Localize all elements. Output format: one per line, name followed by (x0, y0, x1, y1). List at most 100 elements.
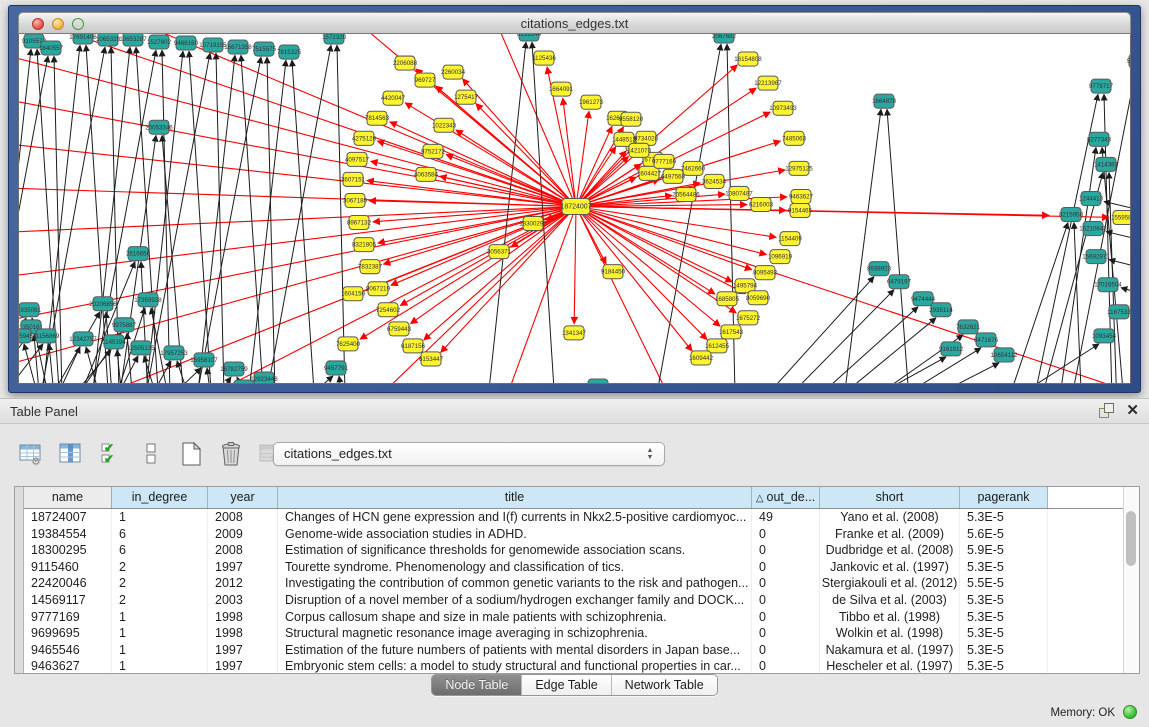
table-cell[interactable]: Jankovic et al. (1997) (820, 559, 960, 576)
table-mode-icon[interactable]: ⚙ (14, 438, 48, 470)
column-header-out_de[interactable]: △out_de... (752, 487, 820, 508)
table-row[interactable]: 977716911998Corpus callosum shape and si… (24, 609, 1123, 626)
table-cell[interactable]: 9115460 (24, 559, 112, 576)
table-cell[interactable]: 5.3E-5 (960, 559, 1048, 576)
table-cell[interactable]: Corpus callosum shape and size in male p… (278, 609, 752, 626)
table-cell[interactable]: Investigating the contribution of common… (278, 575, 752, 592)
table-cell[interactable]: 22420046 (24, 575, 112, 592)
citation-network-graph[interactable]: 9105572184055717691406106532810653287152… (19, 34, 1130, 383)
close-panel-icon[interactable]: ✕ (1126, 403, 1139, 418)
table-cell[interactable]: 5.6E-5 (960, 526, 1048, 543)
tab-edge-table[interactable]: Edge Table (521, 675, 610, 695)
table-cell[interactable]: 18300295 (24, 542, 112, 559)
network-canvas[interactable]: 9105572184055717691406106532810653287152… (18, 34, 1131, 384)
table-cell[interactable]: 2 (112, 559, 208, 576)
table-cell[interactable]: Hescheler et al. (1997) (820, 658, 960, 673)
create-column-icon[interactable] (174, 438, 208, 470)
column-header-short[interactable]: short (820, 487, 960, 508)
table-cell[interactable]: 1998 (208, 625, 278, 642)
table-cell[interactable]: 0 (752, 559, 820, 576)
table-cell[interactable]: 18724007 (24, 509, 112, 526)
table-cell[interactable]: Embryonic stem cells: a model to study s… (278, 658, 752, 673)
table-row[interactable]: 946362711997Embryonic stem cells: a mode… (24, 658, 1123, 673)
table-cell[interactable]: 2 (112, 575, 208, 592)
table-cell[interactable]: 5.3E-5 (960, 592, 1048, 609)
table-cell[interactable]: 19384554 (24, 526, 112, 543)
table-cell[interactable]: 0 (752, 526, 820, 543)
table-cell[interactable]: Tibbo et al. (1998) (820, 609, 960, 626)
table-cell[interactable]: 0 (752, 542, 820, 559)
table-cell[interactable]: 1 (112, 658, 208, 673)
table-cell[interactable]: 0 (752, 658, 820, 673)
table-cell[interactable]: 2012 (208, 575, 278, 592)
table-cell[interactable]: Franke et al. (2009) (820, 526, 960, 543)
table-cell[interactable]: Genome-wide association studies in ADHD. (278, 526, 752, 543)
table-cell[interactable]: Tourette syndrome. Phenomenology and cla… (278, 559, 752, 576)
table-cell[interactable]: 2 (112, 592, 208, 609)
table-cell[interactable]: Yano et al. (2008) (820, 509, 960, 526)
table-row[interactable]: 1938455462009Genome-wide association stu… (24, 526, 1123, 543)
table-cell[interactable]: 2008 (208, 542, 278, 559)
table-cell[interactable]: 1997 (208, 642, 278, 659)
column-header-name[interactable]: name (24, 487, 112, 508)
show-columns-icon[interactable] (54, 438, 88, 470)
tab-node-table[interactable]: Node Table (432, 675, 521, 695)
table-row[interactable]: 969969511998Structural magnetic resonanc… (24, 625, 1123, 642)
table-cell[interactable]: 5.5E-5 (960, 575, 1048, 592)
table-cell[interactable]: 1 (112, 642, 208, 659)
table-cell[interactable]: Dudbridge et al. (2008) (820, 542, 960, 559)
table-cell[interactable]: 1998 (208, 609, 278, 626)
table-cell[interactable]: 2003 (208, 592, 278, 609)
table-cell[interactable]: 9465546 (24, 642, 112, 659)
table-cell[interactable]: 5.3E-5 (960, 625, 1048, 642)
table-cell[interactable]: de Silva et al. (2003) (820, 592, 960, 609)
unselect-all-columns-icon[interactable] (134, 438, 168, 470)
table-cell[interactable]: 1 (112, 609, 208, 626)
table-cell[interactable]: 5.3E-5 (960, 658, 1048, 673)
table-cell[interactable]: Nakamura et al. (1997) (820, 642, 960, 659)
table-row[interactable]: 1456911722003Disruption of a novel membe… (24, 592, 1123, 609)
table-cell[interactable]: 14569117 (24, 592, 112, 609)
table-cell[interactable]: 5.3E-5 (960, 509, 1048, 526)
table-cell[interactable]: 5.9E-5 (960, 542, 1048, 559)
table-cell[interactable]: Estimation of the future numbers of pati… (278, 642, 752, 659)
table-cell[interactable]: 9777169 (24, 609, 112, 626)
table-scrollbar[interactable] (1123, 487, 1139, 673)
table-cell[interactable]: 2009 (208, 526, 278, 543)
network-file-select[interactable]: citations_edges.txt ▲▼ (273, 442, 665, 466)
table-cell[interactable]: 0 (752, 575, 820, 592)
table-cell[interactable]: 6 (112, 542, 208, 559)
table-cell[interactable]: 2008 (208, 509, 278, 526)
table-cell[interactable]: Disruption of a novel member of a sodium… (278, 592, 752, 609)
column-header-pagerank[interactable]: pagerank (960, 487, 1048, 508)
table-cell[interactable]: Stergiakouli et al. (2012) (820, 575, 960, 592)
table-cell[interactable]: Wolkin et al. (1998) (820, 625, 960, 642)
select-all-columns-icon[interactable]: ✔✔ (94, 438, 128, 470)
table-cell[interactable]: 1997 (208, 658, 278, 673)
float-panel-icon[interactable] (1099, 403, 1114, 418)
table-row[interactable]: 1830029562008Estimation of significance … (24, 542, 1123, 559)
table-cell[interactable]: Estimation of significance thresholds fo… (278, 542, 752, 559)
table-cell[interactable]: 9699695 (24, 625, 112, 642)
table-row[interactable]: 911546021997Tourette syndrome. Phenomeno… (24, 559, 1123, 576)
scrollbar-thumb[interactable] (1126, 511, 1136, 566)
table-cell[interactable]: 0 (752, 642, 820, 659)
delete-column-icon[interactable] (214, 438, 248, 470)
table-row[interactable]: 2242004622012Investigating the contribut… (24, 575, 1123, 592)
table-cell[interactable]: 5.3E-5 (960, 642, 1048, 659)
table-row[interactable]: 946554611997Estimation of the future num… (24, 642, 1123, 659)
table-cell[interactable]: 0 (752, 609, 820, 626)
table-cell[interactable]: 1997 (208, 559, 278, 576)
table-cell[interactable]: Changes of HCN gene expression and I(f) … (278, 509, 752, 526)
column-header-title[interactable]: title (278, 487, 752, 508)
table-cell[interactable]: 0 (752, 592, 820, 609)
column-header-in_degree[interactable]: in_degree (112, 487, 208, 508)
table-cell[interactable]: 0 (752, 625, 820, 642)
table-cell[interactable]: Structural magnetic resonance image aver… (278, 625, 752, 642)
table-cell[interactable]: 6 (112, 526, 208, 543)
table-cell[interactable]: 49 (752, 509, 820, 526)
table-cell[interactable]: 1 (112, 625, 208, 642)
tab-network-table[interactable]: Network Table (611, 675, 717, 695)
table-cell[interactable]: 1 (112, 509, 208, 526)
column-header-year[interactable]: year (208, 487, 278, 508)
